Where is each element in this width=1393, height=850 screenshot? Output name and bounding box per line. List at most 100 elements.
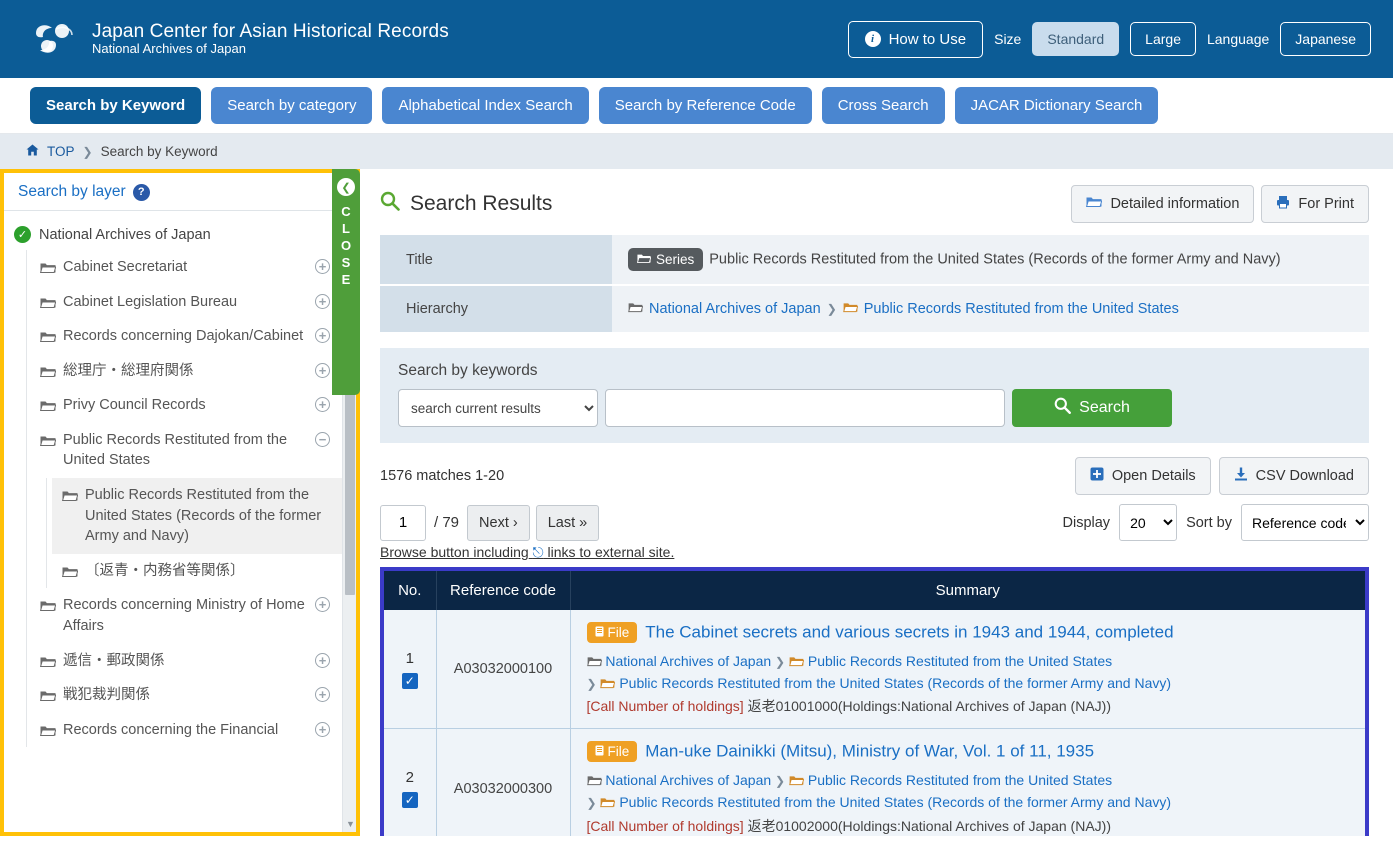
search-scope-select[interactable]: search current results — [398, 389, 598, 427]
nav-tab-jacar-dictionary-search[interactable]: JACAR Dictionary Search — [954, 87, 1159, 124]
last-page-button[interactable]: Last » — [535, 504, 600, 541]
expand-plus-icon[interactable]: + — [315, 652, 330, 668]
result-path-link-3[interactable]: Public Records Restituted from the Unite… — [619, 794, 1171, 810]
sidebar-close-tab[interactable]: ❮ CLOSE — [332, 169, 360, 395]
result-path-link-2[interactable]: Public Records Restituted from the Unite… — [808, 653, 1112, 669]
reference-code-cell: A03032000100 — [436, 610, 571, 730]
breadcrumb-top-link[interactable]: TOP — [47, 144, 75, 159]
results-header-row: No. Reference code Summary — [384, 571, 1365, 610]
path-separator-icon: ❯ — [775, 655, 786, 669]
sort-by-label: Sort by — [1186, 514, 1232, 531]
keyword-search-input[interactable] — [605, 389, 1005, 427]
column-header-summary: Summary — [570, 571, 1365, 610]
tree-item-cabinet-secretariat[interactable]: Cabinet Secretariat + — [30, 250, 342, 285]
sort-by-select[interactable]: Reference code — [1241, 504, 1369, 541]
help-icon[interactable]: ? — [132, 183, 150, 201]
tree-item-sorifu[interactable]: 総理庁・総理府関係 + — [30, 354, 342, 389]
info-row-hierarchy: Hierarchy National Archives of Japan ❯ P… — [380, 285, 1369, 333]
sidebar-inner: Search by layer ? ✓ National Archives of… — [4, 173, 342, 832]
display-label: Display — [1062, 514, 1111, 531]
tree-root-node[interactable]: ✓ National Archives of Japan — [4, 219, 342, 250]
folder-icon — [586, 653, 602, 669]
row-select-checkbox[interactable]: ✓ — [401, 672, 418, 689]
expand-plus-icon[interactable]: + — [315, 687, 330, 703]
tree-item-cabinet-legislation-bureau[interactable]: Cabinet Legislation Bureau + — [30, 285, 342, 320]
expand-plus-icon[interactable]: + — [315, 328, 330, 344]
open-details-button[interactable]: Open Details — [1074, 457, 1211, 495]
expand-plus-icon[interactable]: + — [315, 362, 330, 378]
nav-tab-search-by-reference-code[interactable]: Search by Reference Code — [598, 87, 812, 124]
tree-item-henseiki-naimusho[interactable]: 〔返青・内務省等関係〕 — [52, 554, 342, 589]
results-tools: Open Details CSV Download — [1074, 457, 1369, 495]
result-title-link[interactable]: Man-uke Dainikki (Mitsu), Ministry of Wa… — [645, 742, 1094, 761]
keyword-search-button[interactable]: Search — [1012, 389, 1172, 427]
reference-code-cell: A03032000300 — [436, 728, 571, 836]
hierarchy-link-2[interactable]: Public Records Restituted from the Unite… — [864, 301, 1179, 317]
language-japanese-button[interactable]: Japanese — [1280, 22, 1371, 56]
results-actions: Detailed information For Print — [1071, 185, 1369, 223]
nav-tab-search-by-keyword[interactable]: Search by Keyword — [30, 87, 202, 124]
scroll-down-arrow-icon[interactable]: ▼ — [346, 819, 355, 829]
path-separator-icon: ❯ — [586, 796, 597, 811]
hierarchy-link-1[interactable]: National Archives of Japan — [649, 301, 821, 317]
info-row-title: Title Series Public Records Restituted f… — [380, 235, 1369, 285]
expand-plus-icon[interactable]: + — [315, 721, 330, 737]
file-badge-label: File — [607, 744, 630, 760]
tree-item-tsushin-yusei[interactable]: 遞信・郵政関係 + — [30, 644, 342, 679]
display-count-select[interactable]: 20 — [1119, 504, 1178, 541]
tree-level1-group: Cabinet Secretariat + Cabinet Legislatio… — [4, 250, 342, 748]
expand-plus-icon[interactable]: + — [315, 259, 330, 274]
csv-download-button[interactable]: CSV Download — [1218, 457, 1369, 495]
tree-level2-group: Public Records Restituted from the Unite… — [30, 478, 342, 589]
download-icon — [1234, 467, 1248, 485]
tree-item-senpan-saiban[interactable]: 戦犯裁判関係 + — [30, 678, 342, 713]
expand-plus-icon[interactable]: + — [315, 293, 330, 309]
table-row[interactable]: 1 ✓ A03032000100 File The Cabinet secret… — [384, 610, 1365, 730]
how-to-use-button[interactable]: i How to Use — [847, 20, 984, 58]
tree-item-label: 遞信・郵政関係 — [63, 652, 165, 669]
search-icon — [380, 191, 400, 217]
collapse-minus-icon[interactable]: − — [315, 431, 330, 447]
nav-tab-search-by-category[interactable]: Search by category — [211, 87, 373, 124]
browse-note-tail: links to external site. — [547, 544, 675, 560]
breadcrumb-current: Search by Keyword — [100, 144, 218, 159]
expand-plus-icon[interactable]: + — [315, 597, 330, 613]
tree-item-privy-council-records[interactable]: Privy Council Records + — [30, 388, 342, 423]
tree-item-records-dajokan-cabinet[interactable]: Records concerning Dajokan/Cabinet + — [30, 319, 342, 354]
result-path-link-2[interactable]: Public Records Restituted from the Unite… — [808, 772, 1112, 788]
size-large-button[interactable]: Large — [1130, 22, 1196, 56]
result-title-link[interactable]: The Cabinet secrets and various secrets … — [645, 623, 1173, 642]
next-page-button[interactable]: Next › — [467, 504, 530, 541]
result-path: National Archives of Japan ❯ Public Reco… — [587, 651, 1352, 694]
tree-item-label: Records concerning the Financial — [63, 721, 279, 738]
tree-item-public-records-restituted[interactable]: Public Records Restituted from the Unite… — [30, 423, 342, 478]
result-path-link-1[interactable]: National Archives of Japan — [605, 772, 771, 788]
expand-plus-icon[interactable]: + — [315, 397, 330, 413]
tree-item-financial-records[interactable]: Records concerning the Financial + — [30, 713, 342, 748]
main-panel: Search Results Detailed information For … — [360, 169, 1393, 836]
brand[interactable]: Japan Center for Asian Historical Record… — [30, 19, 449, 59]
nav-tab-cross-search[interactable]: Cross Search — [821, 87, 945, 124]
language-label: Language — [1206, 31, 1270, 47]
check-circle-icon: ✓ — [14, 226, 31, 243]
page-number-input[interactable] — [380, 504, 426, 541]
folder-icon — [39, 260, 57, 273]
folder-icon — [636, 252, 652, 267]
result-path-link-3[interactable]: Public Records Restituted from the Unite… — [619, 675, 1171, 691]
tree-item-label: Cabinet Secretariat — [63, 259, 188, 275]
file-badge: File — [586, 741, 638, 763]
tree-item-label: Records concerning Ministry of Home Affa… — [63, 597, 305, 634]
file-badge-label: File — [607, 625, 630, 640]
detailed-information-button[interactable]: Detailed information — [1071, 185, 1255, 223]
for-print-button[interactable]: For Print — [1261, 185, 1369, 223]
jacar-logo-icon — [30, 19, 78, 59]
result-path-link-1[interactable]: National Archives of Japan — [605, 653, 771, 669]
size-standard-button[interactable]: Standard — [1032, 22, 1120, 56]
nav-tab-alphabetical-index-search[interactable]: Alphabetical Index Search — [382, 87, 589, 124]
tree-item-ministry-home-affairs[interactable]: Records concerning Ministry of Home Affa… — [30, 588, 342, 643]
table-row[interactable]: 2 ✓ A03032000300 File Man-uke Dainikki (… — [384, 728, 1365, 836]
layer-search-sidebar: Search by layer ? ✓ National Archives of… — [0, 169, 360, 836]
tree-item-army-navy-records[interactable]: Public Records Restituted from the Unite… — [52, 478, 342, 554]
row-select-checkbox[interactable]: ✓ — [401, 792, 418, 809]
info-key-title: Title — [380, 235, 612, 285]
